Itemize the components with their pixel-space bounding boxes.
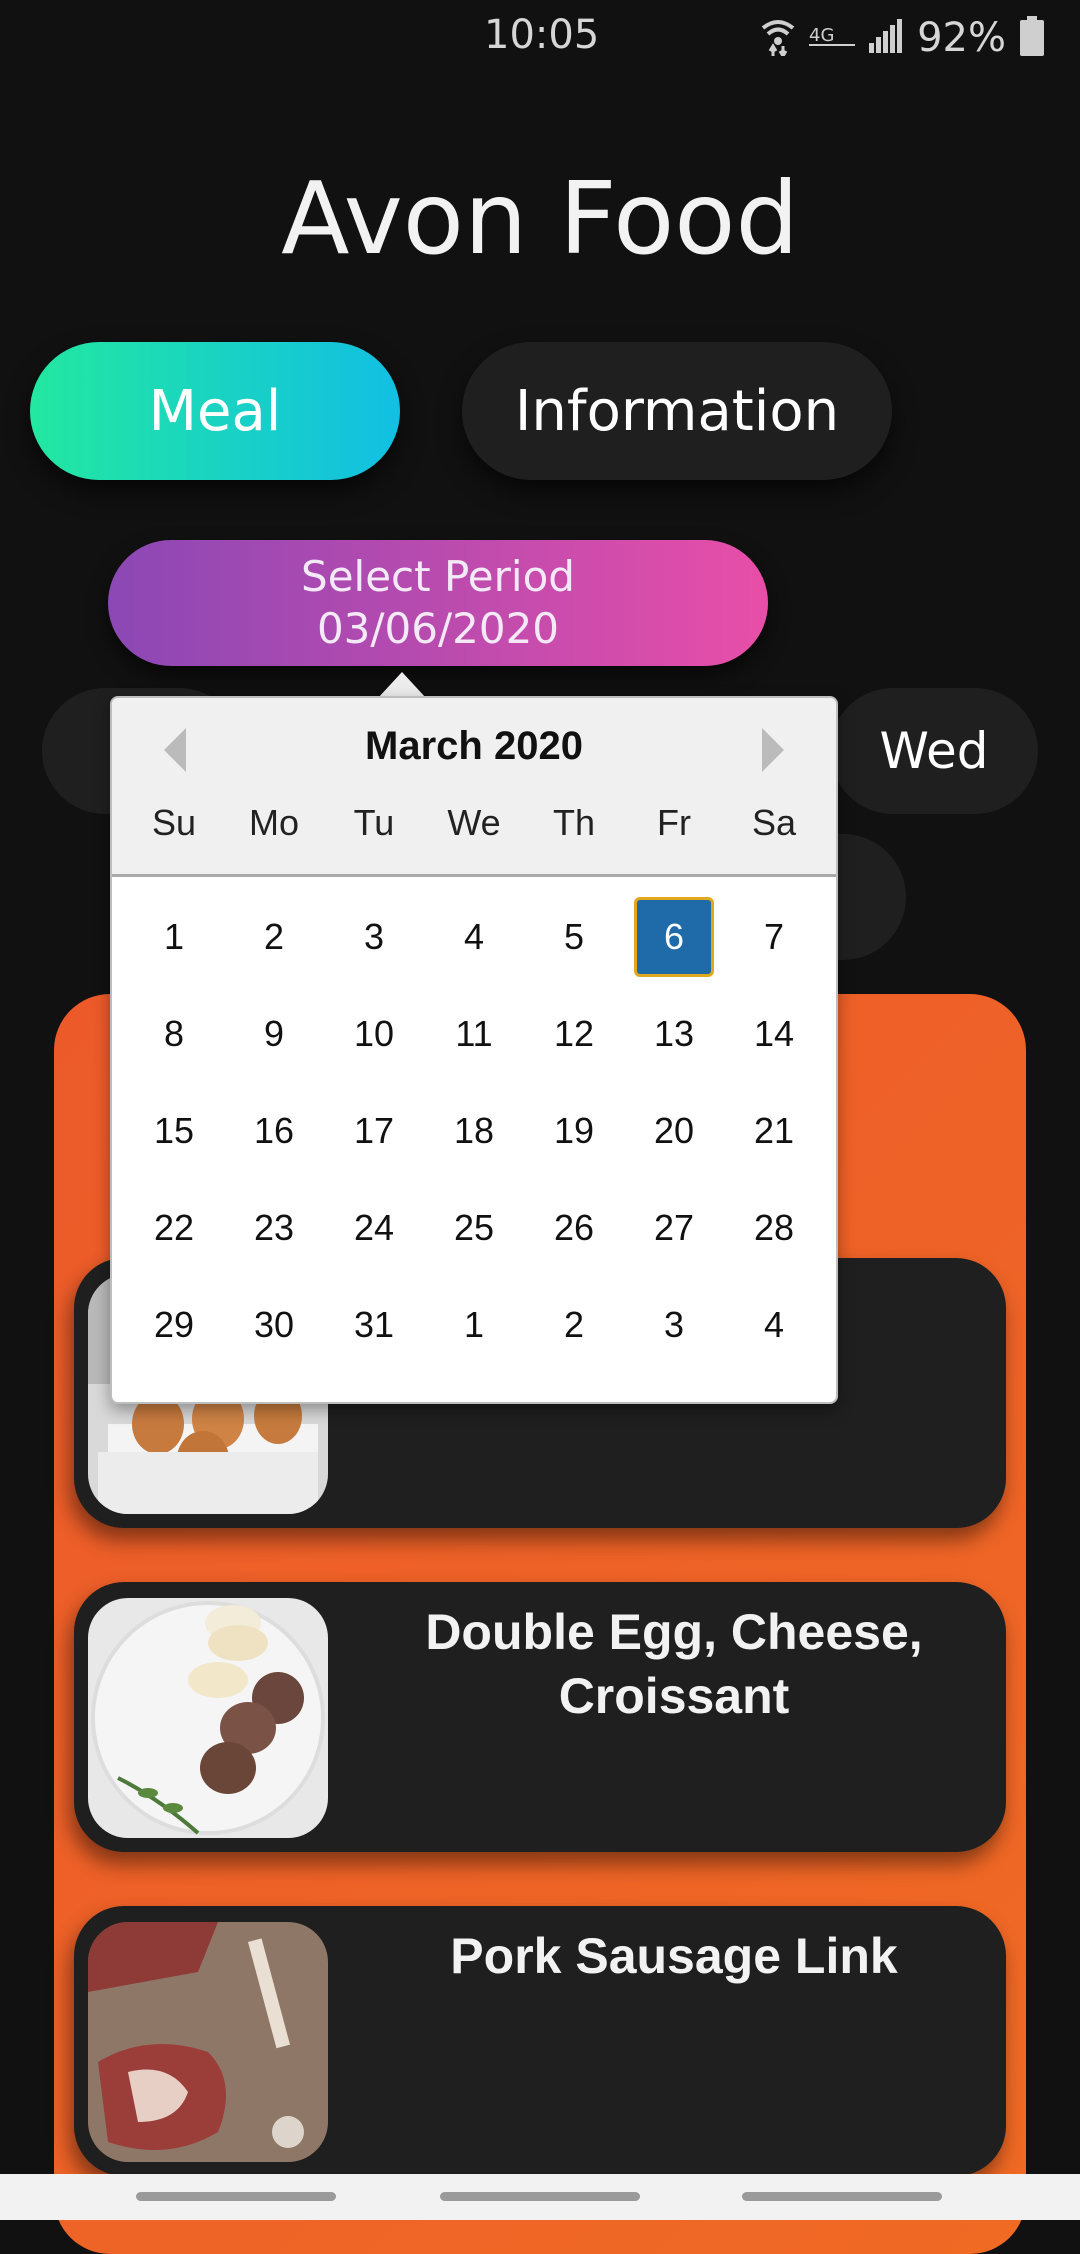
meal-card[interactable]: Pork Sausage Link (74, 1906, 1006, 2176)
day-cell[interactable]: 24 (324, 1179, 424, 1276)
weekday-label: Fr (657, 802, 691, 843)
system-nav-bar (0, 2174, 1080, 2220)
datepicker-month-title: March 2020 (365, 724, 583, 768)
day-cell-selected[interactable]: 6 (624, 888, 724, 985)
signal-icon (869, 18, 903, 58)
meal-name: Double Egg, Cheese, Croissant (425, 1604, 923, 1724)
weekday-label: Tu (353, 802, 395, 843)
day-cell[interactable]: 14 (724, 985, 824, 1082)
day-cell[interactable]: 5 (524, 888, 624, 985)
weekday-header: Su Mo Tu We Th Fr Sa (112, 802, 836, 844)
day-cell[interactable]: 2 (224, 888, 324, 985)
weekday-label: Su (151, 802, 197, 843)
day-cell[interactable]: 4 (724, 1276, 824, 1373)
nav-home-button[interactable] (440, 2192, 640, 2201)
wifi-icon (761, 16, 795, 61)
day-cell[interactable]: 1 (424, 1276, 524, 1373)
meal-name: Pork Sausage Link (450, 1928, 898, 1984)
day-cell[interactable]: 23 (224, 1179, 324, 1276)
weekday-label: Mo (248, 802, 299, 843)
meal-card[interactable]: Double Egg, Cheese, Croissant (74, 1582, 1006, 1852)
day-cell[interactable]: 15 (124, 1082, 224, 1179)
select-period-button[interactable]: Select Period 03/06/2020 (108, 540, 768, 666)
day-cell[interactable]: 19 (524, 1082, 624, 1179)
day-cell[interactable]: 3 (324, 888, 424, 985)
day-cell[interactable]: 10 (324, 985, 424, 1082)
status-icons: 4G 92% (761, 10, 1044, 66)
day-cell[interactable]: 9 (224, 985, 324, 1082)
app-title: Avon Food (281, 160, 799, 277)
day-cell[interactable]: 21 (724, 1082, 824, 1179)
day-cell[interactable]: 13 (624, 985, 724, 1082)
day-cell[interactable]: 25 (424, 1179, 524, 1276)
day-cell[interactable]: 22 (124, 1179, 224, 1276)
day-cell[interactable]: 3 (624, 1276, 724, 1373)
day-cell[interactable]: 12 (524, 985, 624, 1082)
day-cell[interactable]: 29 (124, 1276, 224, 1373)
day-cell[interactable]: 2 (524, 1276, 624, 1373)
battery-icon (1020, 15, 1044, 61)
day-cell[interactable]: 4 (424, 888, 524, 985)
day-cell[interactable]: 8 (124, 985, 224, 1082)
day-cell[interactable]: 7 (724, 888, 824, 985)
day-cell[interactable]: 30 (224, 1276, 324, 1373)
day-cell[interactable]: 1 (124, 888, 224, 985)
weekday-label: Th (552, 802, 595, 843)
nav-back-button[interactable] (742, 2192, 942, 2201)
tab-meal[interactable]: Meal (30, 342, 400, 480)
svg-text:4G: 4G (809, 25, 834, 46)
macarons-photo (88, 1598, 328, 1838)
day-cell[interactable]: 26 (524, 1179, 624, 1276)
battery-percent: 92% (917, 15, 1006, 61)
datepicker-header: March 2020 Su Mo Tu We Th Fr Sa (112, 698, 836, 877)
day-cell[interactable]: 17 (324, 1082, 424, 1179)
lte-icon: 4G (809, 21, 856, 56)
status-time: 10:05 (484, 12, 600, 58)
nav-recent-button[interactable] (136, 2192, 336, 2201)
day-cell[interactable]: 11 (424, 985, 524, 1082)
day-cell[interactable]: 27 (624, 1179, 724, 1276)
weekday-label: We (447, 802, 501, 843)
day-cell[interactable]: 31 (324, 1276, 424, 1373)
weekday-label: Sa (751, 802, 797, 843)
day-cell[interactable]: 18 (424, 1082, 524, 1179)
day-cell[interactable]: 28 (724, 1179, 824, 1276)
raw-meat-photo (88, 1922, 328, 2162)
datepicker-days: 1 2 3 4 5 6 7 8 9 10 11 12 13 14 15 16 1… (112, 888, 836, 1373)
next-month-icon[interactable] (762, 728, 784, 772)
status-bar: 10:05 4G 92% (0, 0, 1080, 76)
select-period-label: Select Period (301, 552, 575, 601)
select-period-date: 03/06/2020 (316, 604, 560, 653)
datepicker-pointer (378, 672, 426, 698)
day-chip-wed[interactable]: Wed (830, 688, 1038, 814)
day-cell[interactable]: 16 (224, 1082, 324, 1179)
tab-information[interactable]: Information (462, 342, 892, 480)
datepicker: March 2020 Su Mo Tu We Th Fr Sa 1 2 3 4 … (110, 696, 838, 1404)
day-cell[interactable]: 20 (624, 1082, 724, 1179)
